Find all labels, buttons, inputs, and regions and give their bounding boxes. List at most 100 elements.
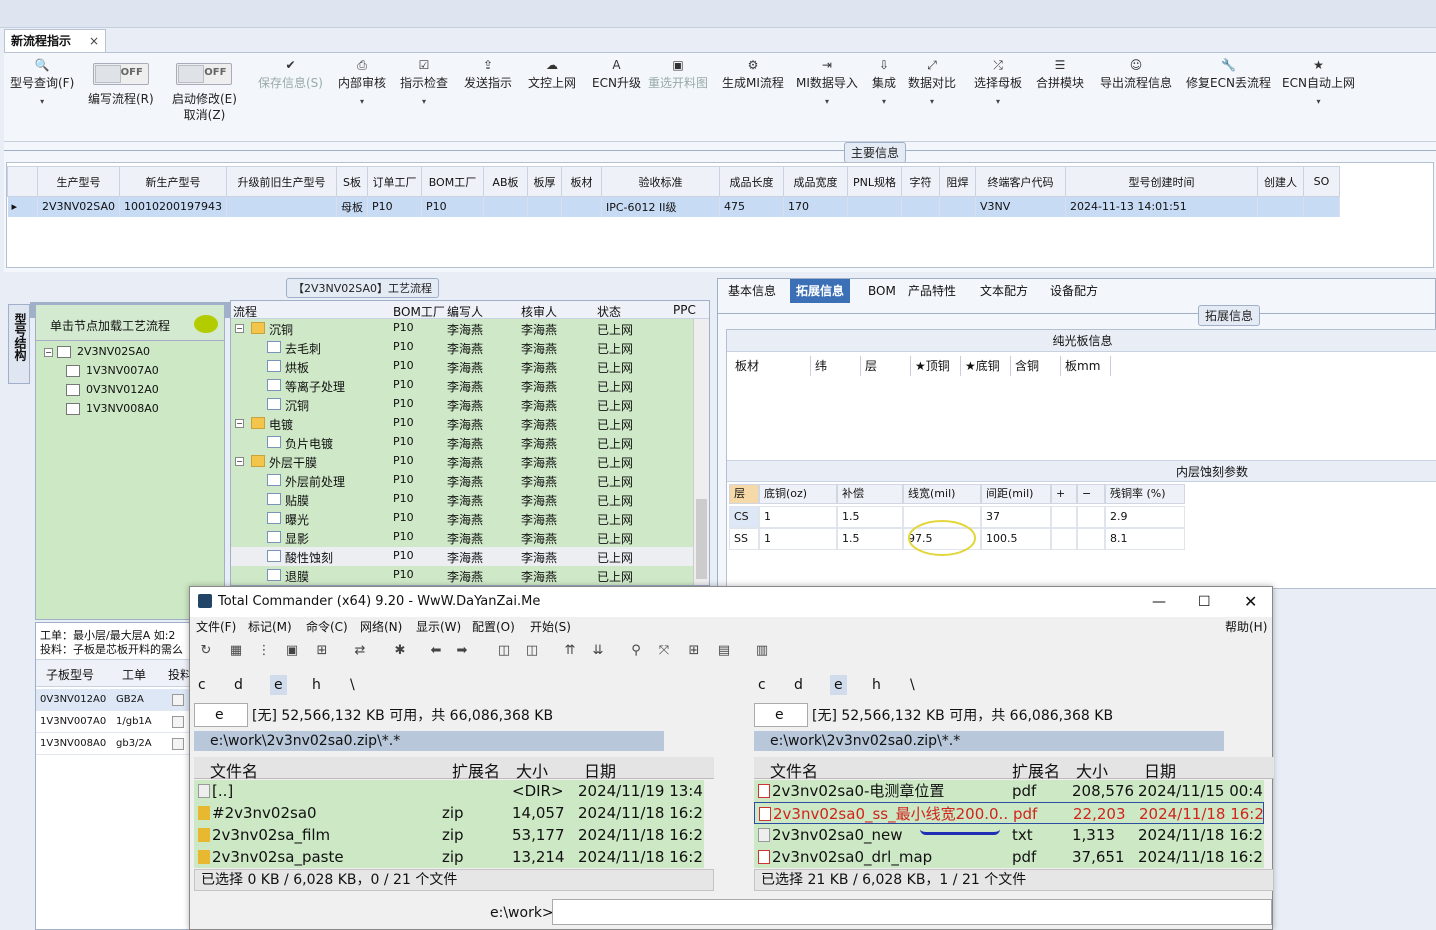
- table-cell[interactable]: 10010200197943: [119, 196, 227, 217]
- sub-col-header[interactable]: 子板型号: [46, 666, 94, 683]
- path-bar[interactable]: e:\work\2v3nv02sa0.zip\*.*: [754, 731, 1224, 751]
- tree-node[interactable]: 1V3NV008A0: [66, 402, 159, 420]
- guangban-col[interactable]: 纬: [811, 356, 861, 376]
- ribbon-button-11[interactable]: ⇥ MI数据导入 ▾: [796, 57, 858, 106]
- tab-3[interactable]: 产品特性: [902, 279, 962, 303]
- flow-row[interactable]: 沉铜 P10 李海燕 李海燕 已上网: [231, 395, 693, 414]
- file-row[interactable]: #2v3nv02sa0 zip 14,057 2024/11/18 16:2: [194, 802, 704, 824]
- flow-scrollbar[interactable]: [693, 319, 709, 585]
- chevron-down-icon[interactable]: ▾: [400, 97, 448, 106]
- col-header[interactable]: 创建人: [1256, 166, 1304, 197]
- flow-col-header[interactable]: 编写人: [447, 303, 483, 320]
- drive-button[interactable]: d: [794, 675, 803, 695]
- guangban-col[interactable]: 板mm: [1061, 356, 1111, 376]
- tab-2[interactable]: BOM: [862, 279, 902, 303]
- col-header[interactable]: 字符: [900, 166, 940, 197]
- etch-cell[interactable]: [1051, 528, 1077, 550]
- file-row[interactable]: 2v3nv02sa_film zip 53,177 2024/11/18 16:2: [194, 824, 704, 846]
- drive-button[interactable]: d: [234, 675, 243, 695]
- flow-col-header[interactable]: 核审人: [521, 303, 557, 320]
- drive-button[interactable]: c: [758, 675, 766, 695]
- close-window-icon[interactable]: ✕: [1244, 587, 1257, 617]
- doc-tab[interactable]: 新流程指示 ×: [4, 29, 106, 52]
- etch-cell[interactable]: 37: [981, 506, 1051, 528]
- table-row[interactable]: 1V3NV008A0 gb3/2A: [36, 733, 189, 755]
- file-col-header[interactable]: 大小: [1076, 758, 1108, 782]
- guangban-col[interactable]: 层: [861, 356, 911, 376]
- side-tab-structure[interactable]: 型号结构: [8, 304, 30, 384]
- chevron-down-icon[interactable]: ▾: [974, 97, 1022, 106]
- col-header[interactable]: S板: [335, 166, 368, 197]
- drive-button[interactable]: h: [872, 675, 881, 695]
- etch-cell[interactable]: 8.1: [1105, 528, 1185, 550]
- ribbon-button-0[interactable]: 🔍 型号查询(F) ▾: [10, 57, 74, 106]
- col-header[interactable]: 新生产型号: [118, 166, 227, 197]
- drive-select[interactable]: e: [754, 703, 808, 727]
- col-header[interactable]: 成品宽度: [782, 166, 848, 197]
- drive-button[interactable]: \: [910, 675, 915, 695]
- notepad-icon[interactable]: ▥: [752, 641, 772, 661]
- sub-col-header[interactable]: 工单: [122, 666, 146, 683]
- etch-cell[interactable]: [1051, 506, 1077, 528]
- flow-row[interactable]: 曝光 P10 李海燕 李海燕 已上网: [231, 509, 693, 528]
- table-cell[interactable]: P10: [421, 196, 484, 217]
- table-row[interactable]: ▸ 2V3NV02SA0 10010200197943 母板 P10 P10 IPC-601…: [7, 196, 1340, 217]
- menu-help[interactable]: 帮助(H): [1225, 617, 1267, 637]
- etch-col[interactable]: 补偿: [837, 484, 903, 504]
- etch-cell[interactable]: 1: [759, 506, 837, 528]
- ribbon-button-18[interactable]: ★ ECN自动上网 ▾: [1282, 57, 1355, 106]
- file-col-header[interactable]: 日期: [1144, 758, 1176, 782]
- etch-col[interactable]: −: [1077, 484, 1105, 504]
- ribbon-button-9[interactable]: ▣ 重选开料图: [648, 57, 708, 91]
- table-cell[interactable]: [939, 196, 976, 217]
- tree-icon[interactable]: ⊞: [312, 641, 332, 661]
- command-line-input[interactable]: [552, 899, 1272, 925]
- flow-row[interactable]: 等离子处理 P10 李海燕 李海燕 已上网: [231, 376, 693, 395]
- etch-cell[interactable]: [1077, 506, 1105, 528]
- col-header[interactable]: 板材: [560, 166, 602, 197]
- rename-icon[interactable]: ⤧: [654, 641, 674, 661]
- invert-icon[interactable]: ✱: [390, 641, 410, 661]
- scroll-thumb[interactable]: [696, 499, 707, 579]
- full-view-icon[interactable]: ⋮: [254, 641, 274, 661]
- etch-cell[interactable]: SS: [729, 528, 759, 550]
- maximize-icon[interactable]: ☐: [1198, 587, 1211, 617]
- ribbon-button-4[interactable]: ⎙ 内部审核 ▾: [338, 57, 386, 106]
- menu-item[interactable]: 命令(C): [306, 617, 348, 637]
- flow-row[interactable]: − 外层干膜 P10 李海燕 李海燕 已上网: [231, 452, 693, 471]
- toggle-switch[interactable]: OFF: [92, 63, 149, 85]
- flow-col-header[interactable]: BOM工厂: [393, 303, 445, 320]
- flow-row[interactable]: − 沉铜 P10 李海燕 李海燕 已上网: [231, 319, 693, 338]
- file-col-header[interactable]: 扩展名: [1012, 758, 1060, 782]
- flow-col-header[interactable]: 状态: [597, 303, 621, 320]
- ribbon-button-15[interactable]: ☰ 合拼模块: [1036, 57, 1084, 91]
- menu-item[interactable]: 开始(S): [530, 617, 571, 637]
- guangban-col[interactable]: 板材: [731, 356, 811, 376]
- menu-item[interactable]: 文件(F): [196, 617, 236, 637]
- compare-icon[interactable]: ⊞: [684, 641, 704, 661]
- file-row[interactable]: 2v3nv02sa0_drl_map pdf 37,651 2024/11/18 16…: [754, 846, 1264, 868]
- back-icon[interactable]: ⬅: [426, 641, 446, 661]
- chevron-down-icon[interactable]: ▾: [796, 97, 858, 106]
- flow-col-header[interactable]: PPC: [673, 303, 696, 317]
- col-header[interactable]: AB板: [482, 166, 528, 197]
- table-cell[interactable]: [226, 196, 337, 217]
- table-cell[interactable]: IPC-6012 II级: [601, 196, 720, 217]
- table-cell[interactable]: [483, 196, 528, 217]
- file-row[interactable]: 2v3nv02sa_paste zip 13,214 2024/11/18 16:2: [194, 846, 704, 868]
- col-header[interactable]: 成品长度: [718, 166, 784, 197]
- table-cell[interactable]: 母板: [336, 196, 368, 217]
- guangban-col[interactable]: ★底铜: [961, 356, 1011, 376]
- flow-row[interactable]: 酸性蚀刻 P10 李海燕 李海燕 已上网: [231, 547, 693, 566]
- ribbon-button-12[interactable]: ⇩ 集成 ▾: [872, 57, 896, 106]
- drive-button[interactable]: e: [830, 675, 847, 695]
- ribbon-button-2[interactable]: OFF 启动修改(E) 取消(Z): [172, 57, 237, 123]
- pack-icon[interactable]: ◫: [494, 641, 514, 661]
- flow-row[interactable]: 烘板 P10 李海燕 李海燕 已上网: [231, 357, 693, 376]
- menu-item[interactable]: 网络(N): [360, 617, 402, 637]
- file-row[interactable]: 2v3nv02sa0_new txt 1,313 2024/11/18 16:2: [754, 824, 1264, 846]
- ribbon-button-3[interactable]: ✔ 保存信息(S): [258, 57, 323, 91]
- path-bar[interactable]: e:\work\2v3nv02sa0.zip\*.*: [194, 731, 664, 751]
- tab-0[interactable]: 基本信息: [722, 279, 782, 303]
- table-cell[interactable]: [1303, 196, 1340, 217]
